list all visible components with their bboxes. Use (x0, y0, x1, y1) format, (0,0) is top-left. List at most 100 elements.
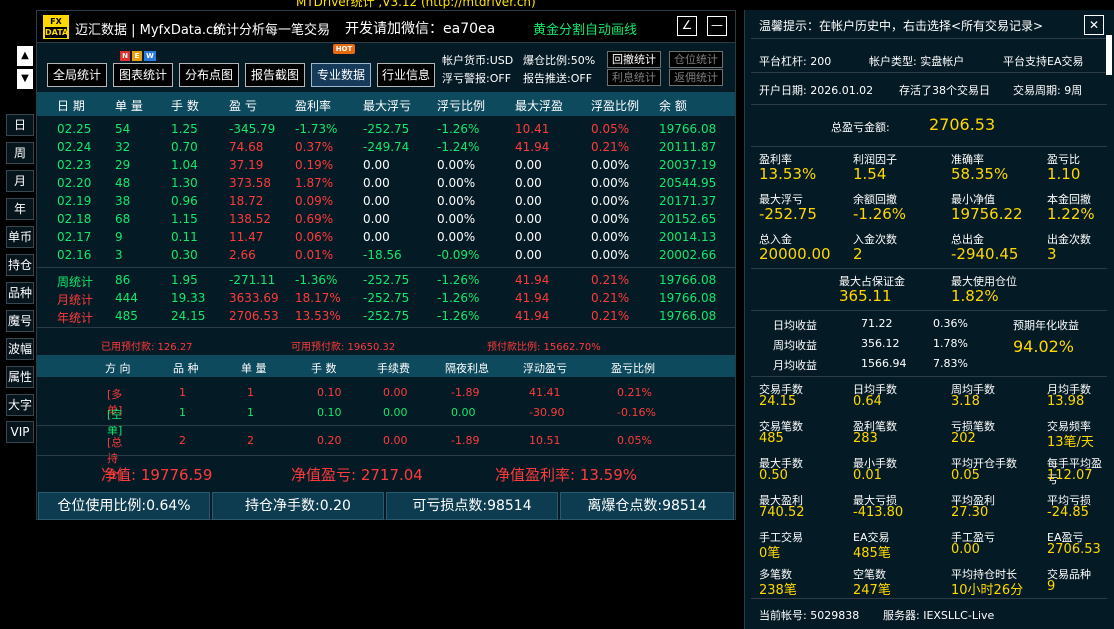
minimize-button[interactable]: — (707, 16, 727, 36)
table-cell: 02.17 (57, 230, 92, 244)
summary-cell: -1.36% (295, 273, 338, 287)
new-badge-w: W (144, 51, 156, 61)
table-cell: 41.94 (515, 140, 550, 154)
table-cell: 20152.65 (659, 212, 717, 226)
table-cell: 0.69% (295, 212, 334, 226)
rebate-stats-button[interactable]: 返佣统计 (669, 69, 723, 86)
available-prepayment: 可用预付款: 19650.32 (291, 342, 396, 353)
metric-value: 0笔 (759, 546, 781, 561)
metric-value: 2 (853, 245, 863, 263)
table-cell: 0.00% (591, 248, 630, 262)
position-cell: 1 (179, 386, 186, 399)
toolbar-button-2[interactable]: 分布点图 (179, 63, 239, 87)
table-cell: 38 (115, 194, 131, 208)
toolbar-button-5[interactable]: 行业信息 (377, 63, 435, 87)
table-cell: 0.06% (295, 230, 334, 244)
side-nav-3[interactable]: 年 (6, 198, 34, 220)
table-cell: 20037.19 (659, 158, 717, 172)
side-nav-7[interactable]: 魔号 (6, 310, 34, 332)
account-number: 当前帐号: 5029838 (759, 609, 860, 622)
position-cell: 2 (179, 434, 186, 447)
position-stats-button[interactable]: 仓位统计 (669, 51, 723, 68)
summary-cell: 19766.08 (659, 291, 717, 305)
open-date: 开户日期: 2026.01.02 (759, 84, 874, 97)
column-header: 余 额 (659, 99, 687, 113)
edit-icon[interactable]: ∠ (677, 16, 697, 36)
net-equity-rate: 净值盈利率: 13.59% (495, 466, 638, 484)
table-cell: 3 (115, 248, 123, 262)
summary-cell: 13.53% (295, 309, 341, 323)
fxdata-logo: FX DATA (43, 15, 69, 39)
metric-value: 13.98 (1047, 394, 1085, 409)
interest-stats-button[interactable]: 利息统计 (607, 69, 661, 86)
toolbar-button-3[interactable]: 报告截图 (245, 63, 305, 87)
scrollbar-thumb[interactable] (1106, 35, 1112, 75)
metric-value: 19756.22 (951, 205, 1023, 223)
report-push-toggle[interactable]: 报告推送:OFF (523, 70, 592, 86)
table-cell: 20014.13 (659, 230, 717, 244)
summary-cell: 41.94 (515, 273, 550, 287)
summary-cell: 41.94 (515, 309, 550, 323)
side-nav-0[interactable]: 日 (6, 114, 34, 136)
close-icon[interactable]: ✕ (1084, 15, 1104, 35)
side-nav-9[interactable]: 属性 (6, 366, 34, 388)
table-row: 02.23 29 1.04 37.19 0.19% 0.00 0.00% 0.00 0.00% 2… (37, 156, 735, 174)
table-cell: 0.00 (515, 158, 542, 172)
main-panel: FX DATA 迈汇数据 | MyfxData.cn 统计分析每一笔交易 开发请加… (36, 10, 736, 520)
summary-cell: -252.75 (363, 291, 410, 305)
golden-ratio-link[interactable]: 黄金分割自动画线 (533, 19, 637, 38)
side-nav-10[interactable]: 大字 (6, 394, 34, 416)
side-nav-4[interactable]: 单币 (6, 226, 34, 248)
table-cell: 1.15 (171, 212, 198, 226)
positions-column-header: 浮动盈亏 (523, 362, 567, 375)
stats-panel: 温馨提示：在帐户历史中，右击选择<所有交易记录> ✕ 平台杠杆: 200 帐户类… (744, 10, 1114, 629)
column-header: 盈 亏 (229, 99, 257, 113)
position-cell: 0.00 (383, 434, 408, 447)
metric-value: 1.54 (853, 165, 887, 183)
table-cell: 0.96 (171, 194, 198, 208)
table-cell: 37.19 (229, 158, 264, 172)
side-nav-2[interactable]: 月 (6, 170, 34, 192)
positions-column-header: 隔夜利息 (445, 362, 489, 375)
metric-value: 112.07 (1047, 468, 1093, 483)
metric-value: 283 (853, 431, 878, 446)
scroll-down-button[interactable]: ▼ (17, 69, 33, 89)
max-margin-value: 365.11 (839, 287, 892, 305)
table-cell: 29 (115, 158, 131, 172)
table-row: 02.16 3 0.30 2.66 0.01% -18.56 -0.09% 0.00 0.00%… (37, 246, 735, 264)
table-cell: 02.16 (57, 248, 92, 262)
side-nav-6[interactable]: 品种 (6, 282, 34, 304)
table-cell: -345.79 (229, 122, 276, 136)
toolbar-button-1[interactable]: 图表统计 (113, 63, 173, 87)
account-type: 帐户类型: 实盘帐户 (869, 55, 965, 68)
toolbar-button-4[interactable]: 专业数据 (311, 63, 371, 87)
table-cell: 0.00% (437, 194, 476, 208)
summary-cell: -252.75 (363, 309, 410, 323)
position-cell: 0.20 (317, 434, 342, 447)
side-nav-11[interactable]: VIP (6, 421, 34, 443)
drawdown-stats-button[interactable]: 回撤统计 (607, 51, 661, 68)
table-cell: 9 (115, 230, 123, 244)
position-usage-ratio: 仓位使用比例:0.64% (38, 492, 210, 520)
side-nav-5[interactable]: 持仓 (6, 254, 34, 276)
hot-badge: HOT (333, 44, 355, 54)
return-amount: 1566.94 (861, 357, 907, 370)
table-cell: 0.70 (171, 140, 198, 154)
position-cell: 0.00 (451, 406, 476, 419)
float-alert-toggle[interactable]: 浮亏警报:OFF (442, 70, 511, 86)
table-cell: -252.75 (363, 122, 410, 136)
table-cell: -1.73% (295, 122, 338, 136)
metric-value: 9 (1047, 579, 1056, 594)
table-cell: 0.00% (591, 176, 630, 190)
table-cell: 0.00% (591, 230, 630, 244)
toolbar-button-0[interactable]: 全局统计 (47, 63, 107, 87)
metric-value: 0.05 (951, 468, 980, 483)
side-nav-8[interactable]: 波幅 (6, 338, 34, 360)
scroll-up-button[interactable]: ▲ (17, 46, 33, 66)
table-cell: 0.00% (591, 194, 630, 208)
side-nav-1[interactable]: 周 (6, 142, 34, 164)
table-cell: 74.68 (229, 140, 264, 154)
positions-column-header: 方 向 (105, 362, 131, 375)
column-header: 最大浮亏 (363, 99, 412, 113)
column-header: 最大浮盈 (515, 99, 564, 113)
